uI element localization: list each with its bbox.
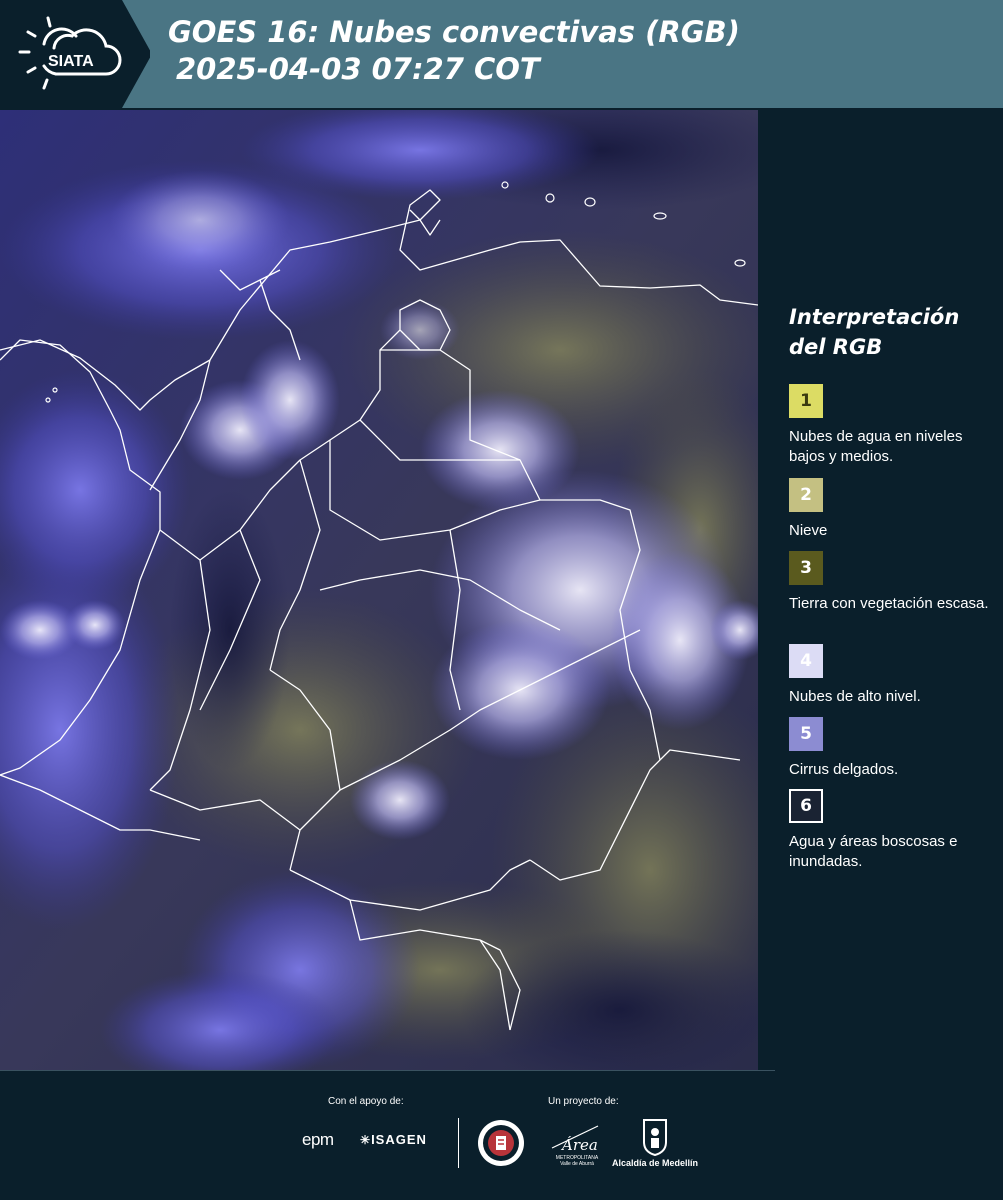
legend-swatch-4: 4 bbox=[789, 644, 823, 678]
alcaldia-shield-icon bbox=[643, 1119, 667, 1156]
siata-logo-block: SIATA bbox=[0, 0, 150, 108]
siata-logo-icon: SIATA bbox=[18, 16, 122, 90]
title-line-2: 2025-04-03 07:27 COT bbox=[176, 52, 540, 86]
legend-swatch-1: 1 bbox=[789, 384, 823, 418]
legend-item-1: 1 Nubes de agua en niveles bajos y medio… bbox=[789, 384, 999, 467]
legend-panel: Interpretación del RGB 1 Nubes de agua e… bbox=[772, 110, 1003, 1070]
legend-label-4: Nubes de alto nivel. bbox=[789, 688, 921, 705]
legend-label-1: Nubes de agua en niveles bajos y medios. bbox=[789, 428, 963, 465]
legend-swatch-5: 5 bbox=[789, 717, 823, 751]
header-bar: SIATA GOES 16: Nubes convectivas (RGB) 20… bbox=[0, 0, 1003, 108]
area-subtext: METROPOLITANA Valle de Aburrá bbox=[555, 1155, 599, 1167]
siata-logo-text: SIATA bbox=[48, 53, 94, 70]
legend-label-6: Agua y áreas boscosas e inundadas. bbox=[789, 833, 958, 870]
area-logo-text: Área bbox=[560, 1136, 598, 1154]
legend-item-2: 2 Nieve bbox=[789, 478, 999, 541]
legend-item-6: 6 Agua y áreas boscosas e inundadas. bbox=[789, 789, 999, 872]
footer: Con el apoyo de: Un proyecto de: epm ✳IS… bbox=[0, 1070, 1003, 1200]
legend-title: Interpretación del RGB bbox=[789, 305, 960, 359]
legend-label-3: Tierra con vegetación escasa. bbox=[789, 595, 989, 612]
satellite-rgb-image bbox=[0, 110, 758, 1070]
medellin-seal-icon bbox=[478, 1120, 524, 1166]
epm-logo: epm bbox=[302, 1130, 334, 1149]
isagen-logo: ✳ISAGEN bbox=[360, 1132, 427, 1147]
legend-label-5: Cirrus delgados. bbox=[789, 761, 899, 778]
legend-swatch-2: 2 bbox=[789, 478, 823, 512]
support-label: Con el apoyo de: bbox=[328, 1096, 404, 1107]
area-metropolitana-logo: Área bbox=[550, 1120, 602, 1158]
page-title: GOES 16: Nubes convectivas (RGB) 2025-04-… bbox=[168, 14, 740, 88]
legend-swatch-3: 3 bbox=[789, 551, 823, 585]
alcaldia-label: Alcaldía de Medellín bbox=[612, 1158, 699, 1168]
satellite-image-render bbox=[0, 110, 758, 1070]
isagen-text: ISAGEN bbox=[371, 1132, 427, 1147]
isagen-star-icon: ✳ bbox=[360, 1133, 372, 1147]
footer-separator bbox=[458, 1118, 459, 1168]
legend-swatch-6: 6 bbox=[789, 789, 823, 823]
legend-label-2: Nieve bbox=[789, 522, 828, 539]
legend-item-4: 4 Nubes de alto nivel. bbox=[789, 644, 999, 707]
title-line-1: GOES 16: Nubes convectivas (RGB) bbox=[168, 15, 740, 49]
legend-item-5: 5 Cirrus delgados. bbox=[789, 717, 999, 780]
footer-divider bbox=[0, 1070, 775, 1071]
legend-item-3: 3 Tierra con vegetación escasa. bbox=[789, 551, 999, 614]
project-label: Un proyecto de: bbox=[548, 1096, 619, 1107]
